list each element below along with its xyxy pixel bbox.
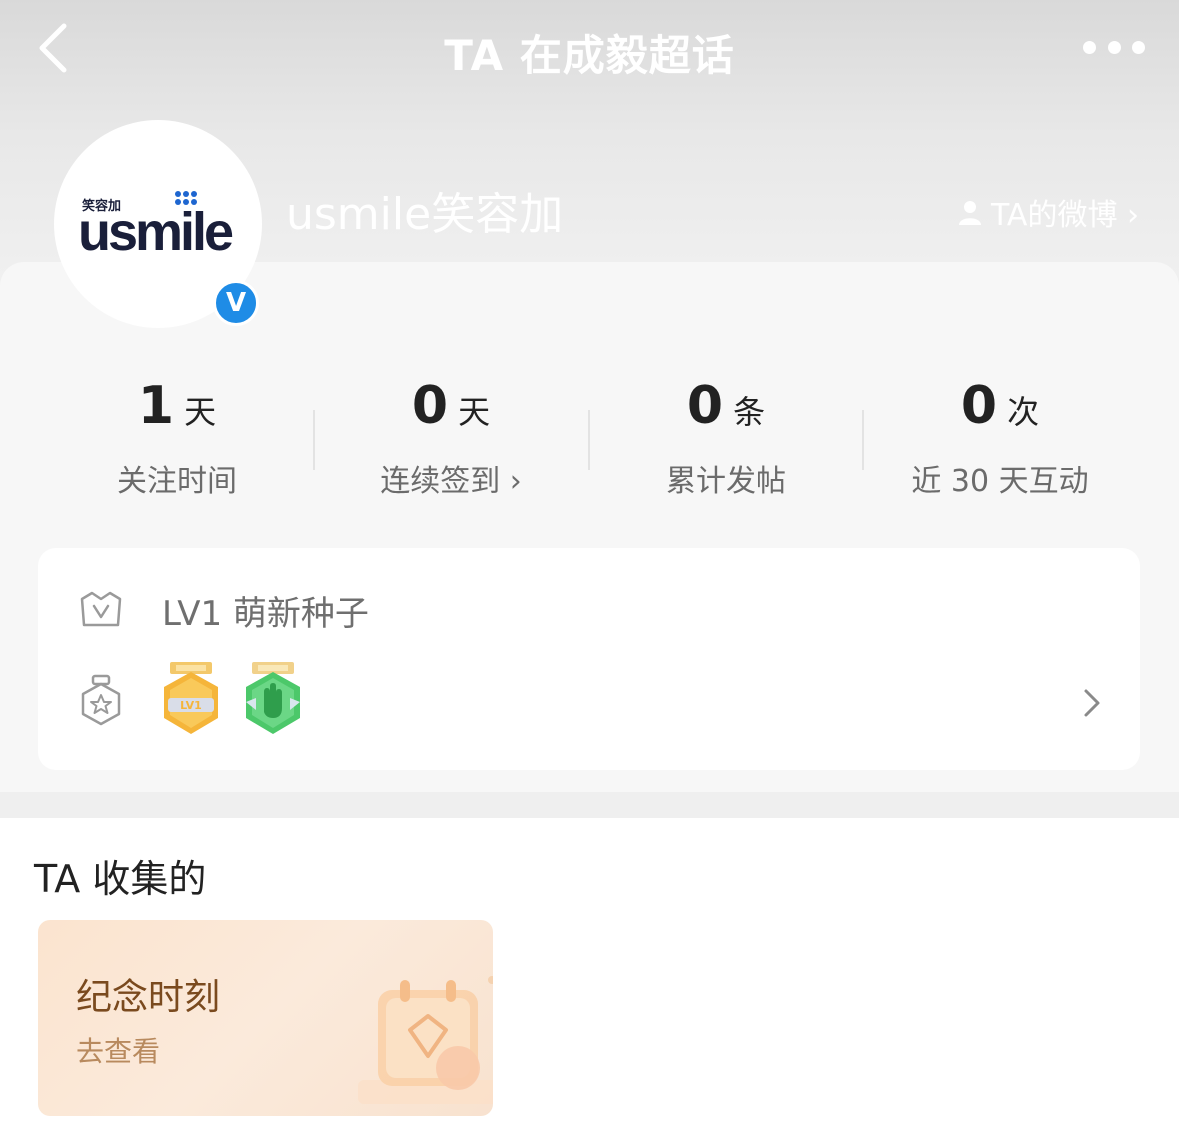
chevron-right-icon[interactable]: [1080, 686, 1104, 720]
memory-card-title: 纪念时刻: [76, 977, 221, 1018]
stat-follow-time: 1天 关注时间: [57, 378, 297, 500]
stat-unit: 条: [733, 393, 766, 431]
page-title: TA 在成毅超话: [444, 31, 735, 80]
crown-shield-icon: [80, 591, 122, 627]
memory-moments-card[interactable]: 纪念时刻 去查看: [38, 920, 493, 1116]
top-navigation-bar: TA 在成毅超话: [0, 0, 1179, 96]
stat-unit: 次: [1007, 393, 1040, 431]
level-name: LV1 萌新种子: [162, 593, 369, 634]
stat-label: 近 30 天互动: [911, 464, 1089, 499]
stat-label: 关注时间: [117, 464, 237, 499]
stat-label: 累计发帖: [666, 464, 786, 499]
weibo-link-label: TA的微博 ›: [990, 198, 1139, 233]
badge-list: LV1: [160, 662, 304, 738]
hand-badge-icon[interactable]: [242, 662, 304, 738]
usmile-logo: 笑容加 usmile: [78, 189, 238, 262]
stat-label: 连续签到 ›: [380, 464, 522, 499]
badge-row: LV1: [78, 660, 304, 740]
level-badge-card[interactable]: LV1 萌新种子 LV1: [38, 548, 1140, 770]
level-row: LV1 萌新种子: [78, 586, 369, 634]
more-dot-icon: [1132, 40, 1145, 54]
collection-title: TA 收集的: [34, 857, 207, 901]
logo-en-text: usmile: [78, 202, 234, 262]
more-options-button[interactable]: [1083, 34, 1145, 60]
section-separator: [0, 792, 1179, 818]
stat-checkin-streak[interactable]: 0天 连续签到 ›: [331, 378, 571, 500]
memory-card-action[interactable]: 去查看: [76, 1030, 160, 1070]
profile-name: usmile笑容加: [286, 189, 564, 240]
medal-icon: [81, 674, 121, 726]
stat-divider: [313, 410, 315, 470]
stat-recent-interactions: 0次 近 30 天互动: [880, 378, 1120, 500]
more-dot-icon: [1083, 40, 1096, 54]
stat-divider: [588, 410, 590, 470]
stat-divider: [862, 410, 864, 470]
stat-unit: 天: [458, 393, 491, 431]
stat-total-posts: 0条 累计发帖: [606, 378, 846, 500]
lv1-badge-text: LV1: [180, 699, 202, 712]
stat-unit: 天: [184, 393, 217, 431]
user-icon: [958, 201, 981, 225]
stat-value: 0: [960, 376, 998, 436]
stat-value: 0: [411, 376, 449, 436]
calendar-diamond-icon: [358, 976, 493, 1104]
verified-badge-icon: V: [213, 280, 259, 326]
stat-value: 0: [686, 376, 724, 436]
weibo-profile-link[interactable]: TA的微博 ›: [955, 190, 1139, 234]
stat-value: 1: [137, 376, 175, 436]
lv1-badge-icon[interactable]: LV1: [160, 662, 222, 738]
more-dot-icon: [1107, 40, 1121, 54]
